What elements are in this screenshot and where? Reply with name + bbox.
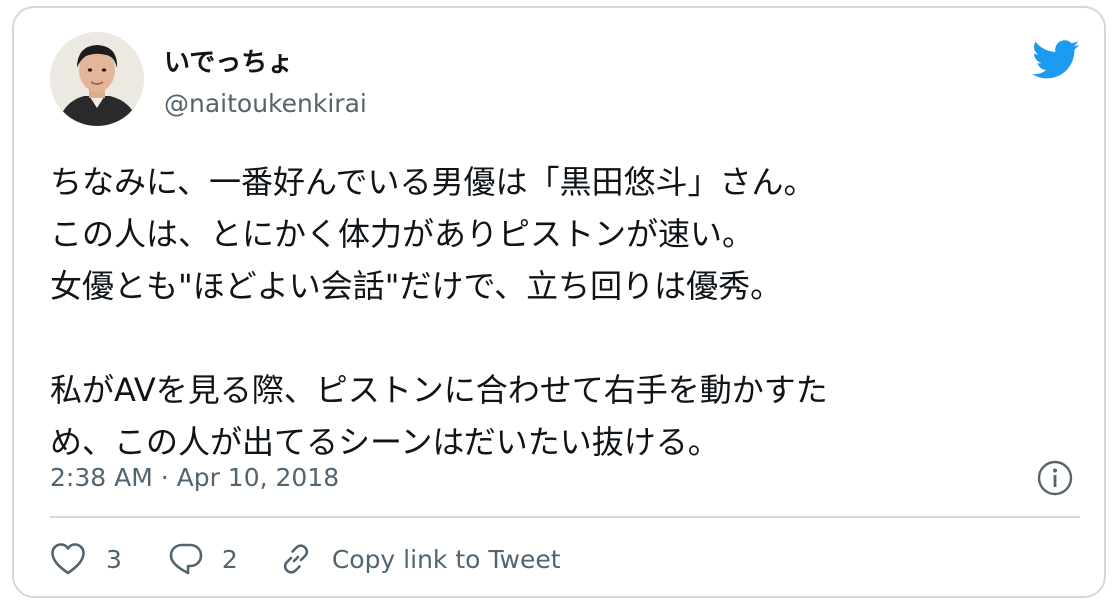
tweet-timestamp[interactable]: 2:38 AM · Apr 10, 2018 bbox=[50, 462, 339, 494]
reply-icon bbox=[168, 542, 204, 576]
info-icon[interactable] bbox=[1036, 459, 1074, 497]
tweet-card: いでっちょ @naitoukenkirai ちなみに、一番好んでいる男優は「黒田… bbox=[12, 6, 1106, 598]
like-count: 3 bbox=[106, 544, 122, 574]
tweet-line: 女優とも"ほどよい会話"だけで、立ち回りは優秀。 bbox=[50, 267, 783, 305]
divider bbox=[50, 516, 1080, 518]
tweet-actions: 3 2 Copy link to Tweet bbox=[50, 536, 561, 582]
heart-icon bbox=[50, 542, 86, 576]
tweet-line: この人は、とにかく体力がありピストンが速い。 bbox=[50, 215, 755, 253]
reply-button[interactable]: 2 bbox=[168, 542, 238, 576]
tweet-line bbox=[50, 312, 1080, 364]
avatar-photo bbox=[50, 32, 144, 126]
copy-link-button[interactable]: Copy link to Tweet bbox=[278, 541, 561, 577]
copy-link-label: Copy link to Tweet bbox=[331, 544, 561, 574]
reply-count: 2 bbox=[221, 544, 238, 574]
display-name[interactable]: いでっちょ bbox=[164, 46, 293, 80]
tweet-text: ちなみに、一番好んでいる男優は「黒田悠斗」さん。 この人は、とにかく体力がありピ… bbox=[50, 156, 1080, 468]
tweet-line: 私がAVを見る際、ピストンに合わせて右手を動かすた bbox=[50, 371, 828, 409]
link-icon bbox=[278, 541, 314, 577]
like-button[interactable]: 3 bbox=[50, 542, 122, 576]
twitter-bird-icon[interactable] bbox=[1032, 40, 1080, 80]
avatar[interactable] bbox=[50, 32, 144, 126]
tweet-line: め、この人が出てるシーンはだいたい抜ける。 bbox=[50, 423, 720, 461]
tweet-line: ちなみに、一番好んでいる男優は「黒田悠斗」さん。 bbox=[50, 163, 816, 201]
user-handle[interactable]: @naitoukenkirai bbox=[164, 88, 367, 120]
